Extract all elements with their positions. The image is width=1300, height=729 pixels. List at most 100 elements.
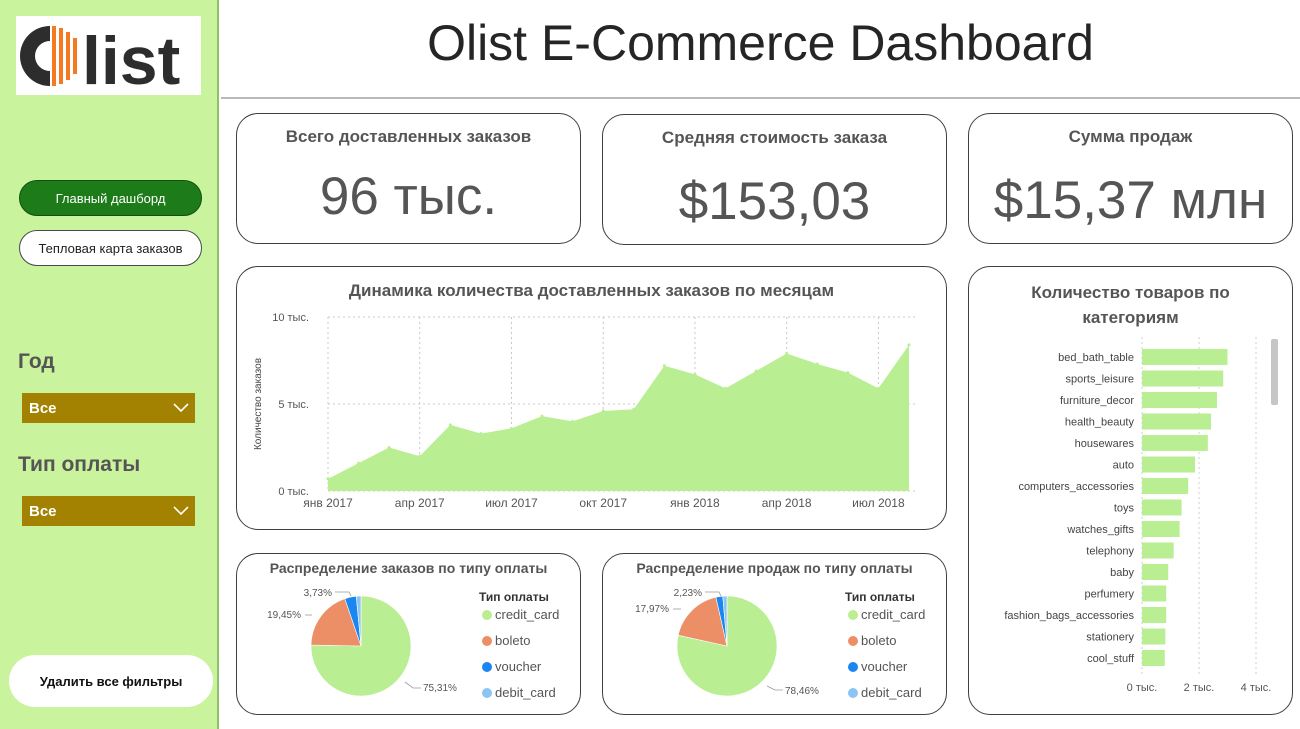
legend-item-debit_card: debit_card [495,685,556,700]
category-label: telephony [1086,546,1134,558]
year-filter-dropdown[interactable]: Все [22,393,195,423]
category-label: watches_gifts [1066,524,1134,536]
sales-payment-pie-chart[interactable]: 78,46% 17,97% 2,23% Тип оплаты credit_cardbo… [603,554,948,716]
legend-marker [482,688,492,698]
category-label: fashion_bags_accessories [1004,610,1134,622]
category-label: computers_accessories [1018,481,1134,493]
category-bar-chart[interactable]: 0 тыс. 2 тыс. 4 тыс. bed_bath_table sports_l… [969,267,1294,716]
chevron-down-icon [173,506,189,516]
data-point [815,362,819,366]
x-tick-label: янв 2017 [303,496,353,510]
monthly-orders-area-chart[interactable]: 0 тыс.5 тыс.10 тыс.янв 2017 апр 2017 июл 2… [237,267,948,531]
category-label: housewares [1075,438,1135,450]
orders-area-series [328,344,909,491]
legend-marker [848,636,858,646]
nav-order-heatmap-button[interactable]: Тепловая карта заказов [19,230,202,266]
data-label-leader [766,685,783,691]
data-point [540,414,544,418]
kpi-title: Средняя стоимость заказа [661,128,888,147]
data-point [662,364,666,368]
kpi-card-avg-order-value: Средняя стоимость заказа $153,03 [602,114,947,245]
category-products-chart-card: Количество товаров по категориям 0 тыс. 2… [968,266,1293,715]
kpi-value: $153,03 [678,172,871,231]
payment-filter-value: Все [29,502,57,520]
kpi-card-delivered-orders: Всего доставленных заказов 96 тыс. [236,113,581,244]
legend-item-boleto: boleto [495,633,530,648]
category-label: furniture_decor [1060,395,1134,407]
olist-logo-graphic: list [20,23,180,95]
data-label-leader [404,681,421,689]
legend-marker [848,662,858,672]
legend-title: Тип оплаты [479,590,549,604]
x-tick-label: июл 2017 [485,496,538,510]
orders-by-payment-card: Распределение заказов по типу оплаты 75,… [236,553,581,715]
data-point [876,386,880,390]
year-filter-label: Год [18,350,55,373]
data-point [479,432,483,436]
legend-marker [848,610,858,620]
scrollbar-thumb[interactable] [1271,339,1278,405]
data-point [571,419,575,423]
x-tick-label: апр 2018 [762,496,812,510]
data-point [357,461,361,465]
pie-data-label: 78,46% [785,686,819,697]
clear-all-filters-button[interactable]: Удалить все фильтры [9,655,213,707]
category-bar [1142,628,1166,645]
olist-logo: list [16,16,201,95]
legend-item-debit_card: debit_card [861,685,922,700]
category-label: stationery [1086,632,1134,644]
legend-item-credit_card: credit_card [495,607,559,622]
y-axis-label: Количество заказов [253,358,264,450]
category-bar [1142,499,1182,516]
category-bar [1142,349,1228,365]
kpi-title: Сумма продаж [1068,127,1193,146]
category-label: perfumery [1084,589,1134,601]
category-bar [1142,650,1165,666]
category-bar [1142,585,1167,602]
x-tick-label: июл 2018 [852,496,905,510]
kpi-value: $15,37 млн [993,171,1268,230]
sales-by-payment-card: Распределение продаж по типу оплаты 78,4… [602,553,947,715]
payment-filter-label: Тип оплаты [18,453,141,476]
category-bar [1142,370,1224,387]
legend-marker [482,636,492,646]
x-tick-label: 4 тыс. [1241,682,1272,694]
category-label: auto [1113,460,1134,472]
nav-main-dashboard-button[interactable]: Главный дашборд [19,180,202,216]
data-point [632,407,636,411]
x-tick-label: 2 тыс. [1184,682,1215,694]
orders-payment-pie-chart[interactable]: 75,31% 19,45%3,73% Тип оплаты credit_cardbo… [237,554,582,716]
y-tick-label: 5 тыс. [278,399,309,411]
data-label-leader [335,591,352,597]
logo-wordmark: list [82,23,180,95]
monthly-orders-chart-card: Динамика количества доставленных заказов… [236,266,947,530]
category-bar [1142,478,1189,494]
y-tick-label: 10 тыс. [272,312,309,324]
data-point [846,371,850,375]
category-label: cool_stuff [1087,653,1135,665]
category-label: sports_leisure [1066,374,1134,386]
data-point [693,372,697,376]
category-label: baby [1110,567,1134,579]
data-point [509,426,513,430]
pie-data-label: 3,73% [304,588,332,599]
pie-data-label: 19,45% [267,610,301,621]
payment-filter-dropdown[interactable]: Все [22,496,195,526]
data-point [754,369,758,373]
x-tick-label: апр 2017 [395,496,445,510]
sidebar: list Главный дашборд Тепловая карта зака… [0,0,219,729]
pie-data-label: 17,97% [635,604,669,615]
legend-item-voucher: voucher [495,659,542,674]
kpi-card-total-sales: Сумма продаж $15,37 млн [968,113,1293,244]
data-point [326,477,330,481]
data-point [785,352,789,356]
data-point [418,454,422,458]
legend-marker [482,662,492,672]
data-point [724,386,728,390]
legend-marker [482,610,492,620]
category-bar [1142,521,1180,537]
data-point [601,409,605,413]
category-bar [1142,435,1208,451]
year-filter-value: Все [29,399,57,417]
category-label: toys [1114,503,1135,515]
